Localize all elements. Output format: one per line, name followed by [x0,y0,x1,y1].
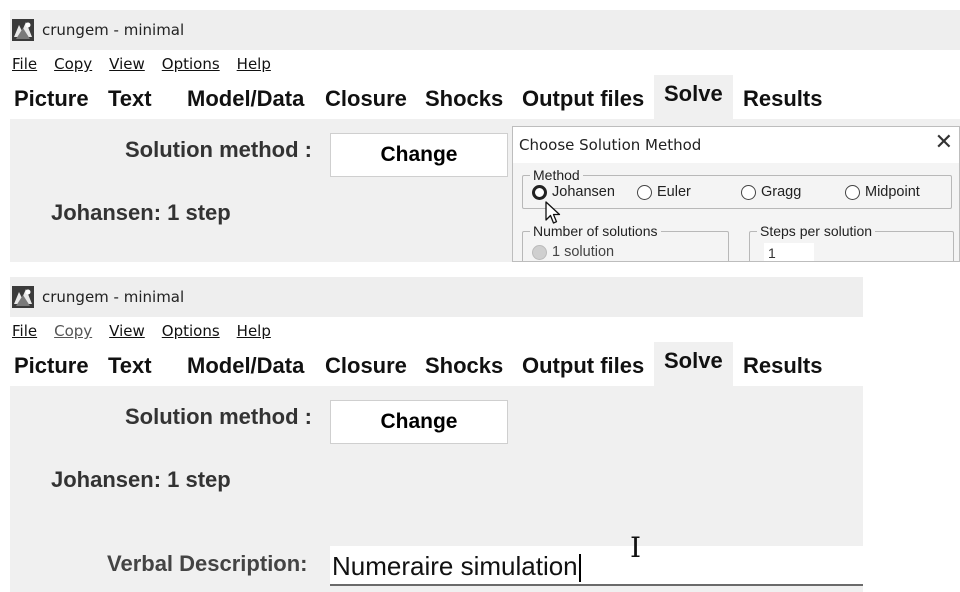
tab-shocks[interactable]: Shocks [425,345,503,386]
tab-output-files[interactable]: Output files [522,345,644,386]
radio-unchecked-icon[interactable] [741,184,756,200]
mouse-pointer-icon [545,201,561,224]
radio-johansen[interactable]: Johansen [532,184,615,200]
tab-bar: Picture Text Model/Data Closure Shocks O… [10,75,960,119]
menu-view[interactable]: View [109,322,145,340]
text-cursor-icon: I [630,531,642,564]
steps-per-solution-input[interactable]: 1 [764,243,814,261]
text-caret [578,554,581,583]
menu-copy[interactable]: Copy [54,55,92,73]
dialog-title: Choose Solution Method [519,136,702,154]
verbal-description-label: Verbal Description: [107,551,308,576]
close-icon[interactable]: ✕ [935,132,953,154]
tab-text[interactable]: Text [108,78,152,119]
menu-options[interactable]: Options [162,322,220,340]
tab-picture[interactable]: Picture [14,345,89,386]
tab-results[interactable]: Results [743,345,822,386]
title-bar: crungem - minimal [10,277,863,317]
menu-help[interactable]: Help [237,55,271,73]
radio-label: 1 solution [552,244,615,260]
radio-checked-icon[interactable] [532,184,547,200]
steps-per-solution-group: Steps per solution 1 [749,223,954,261]
menu-help[interactable]: Help [237,322,271,340]
tab-shocks[interactable]: Shocks [425,78,503,119]
menu-bar: File Copy View Options Help [10,50,960,78]
method-group-label: Method [530,167,583,183]
solve-panel: Solution method : Change Johansen: 1 ste… [10,386,863,592]
tab-closure[interactable]: Closure [325,345,407,386]
tab-bar: Picture Text Model/Data Closure Shocks O… [10,342,863,386]
radio-unchecked-icon[interactable] [845,184,860,200]
method-group: Method Johansen Euler Gragg Midpoint [522,167,952,209]
verbal-description-text: Numeraire simulation [332,551,578,581]
radio-midpoint[interactable]: Midpoint [845,184,920,200]
menu-copy[interactable]: Copy [54,322,92,340]
change-button[interactable]: Change [330,133,508,177]
radio-euler[interactable]: Euler [637,184,691,200]
menu-options[interactable]: Options [162,55,220,73]
app-logo-icon [12,19,34,41]
title-bar: crungem - minimal [10,10,960,50]
number-of-solutions-label: Number of solutions [530,223,661,239]
tab-model-data[interactable]: Model/Data [187,345,304,386]
verbal-description-input[interactable]: Numeraire simulation [330,546,863,586]
radio-1-solution[interactable]: 1 solution [532,244,614,260]
radio-label: Gragg [761,184,802,200]
choose-solution-method-dialog: Choose Solution Method ✕ Method Johansen… [512,126,960,262]
radio-label: Johansen [552,184,615,200]
menu-file[interactable]: File [12,322,37,340]
app-logo-icon [12,286,34,308]
method-summary: Johansen: 1 step [51,200,231,225]
radio-gragg[interactable]: Gragg [741,184,801,200]
steps-per-solution-label: Steps per solution [757,223,876,239]
top-window: crungem - minimal File Copy View Options… [10,10,960,262]
radio-label: Euler [657,184,691,200]
menu-file[interactable]: File [12,55,37,73]
menu-view[interactable]: View [109,55,145,73]
radio-disabled-icon[interactable] [532,244,547,260]
radio-label: Midpoint [865,184,920,200]
tab-picture[interactable]: Picture [14,78,89,119]
dialog-title-bar: Choose Solution Method ✕ [513,127,959,163]
method-summary: Johansen: 1 step [51,467,231,492]
tab-results[interactable]: Results [743,78,822,119]
solution-method-label: Solution method : [125,137,312,162]
tab-closure[interactable]: Closure [325,78,407,119]
bottom-window: crungem - minimal File Copy View Options… [10,277,863,592]
tab-solve[interactable]: Solve [654,342,733,386]
number-of-solutions-group: Number of solutions 1 solution [522,223,729,261]
tab-solve[interactable]: Solve [654,75,733,119]
tab-text[interactable]: Text [108,345,152,386]
tab-model-data[interactable]: Model/Data [187,78,304,119]
change-button[interactable]: Change [330,400,508,444]
tab-output-files[interactable]: Output files [522,78,644,119]
window-title: crungem - minimal [42,21,185,39]
window-title: crungem - minimal [42,288,185,306]
solution-method-label: Solution method : [125,404,312,429]
menu-bar: File Copy View Options Help [10,317,863,345]
radio-unchecked-icon[interactable] [637,184,652,200]
